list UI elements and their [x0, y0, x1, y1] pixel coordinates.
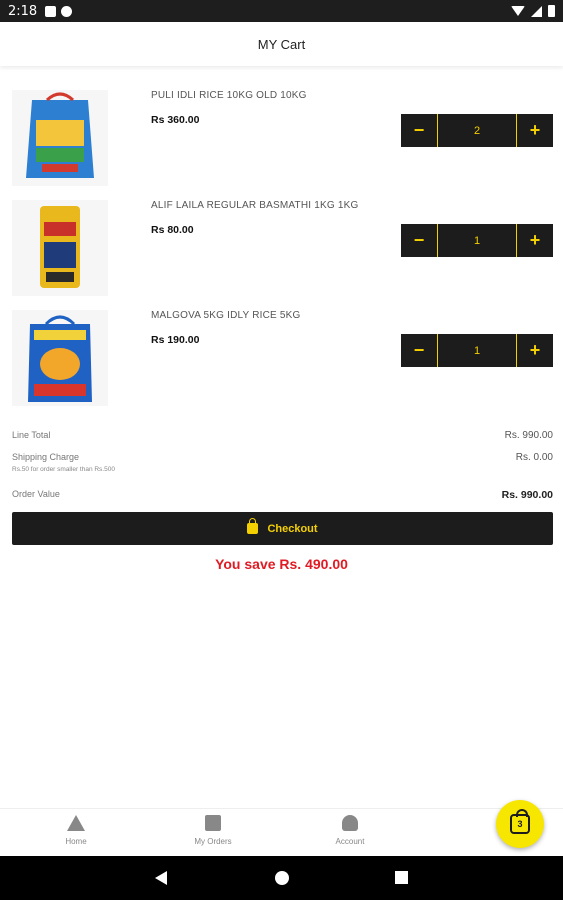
nav-home-label: Home — [65, 837, 87, 846]
shipping-value: Rs. 0.00 — [515, 452, 553, 463]
item-name: ALIF LAILA REGULAR BASMATHI 1KG 1KG — [151, 200, 359, 211]
nav-account[interactable]: Account — [310, 815, 390, 846]
page-title: MY Cart — [257, 36, 306, 52]
quantity-value[interactable]: 2 — [438, 114, 516, 147]
cart-item: ALIF LAILA REGULAR BASMATHI 1KG 1KG Rs 8… — [0, 200, 563, 310]
decrease-quantity-button[interactable]: − — [401, 114, 438, 147]
rice-bag-blue-icon — [12, 90, 108, 186]
order-value-amount: Rs. 990.00 — [501, 489, 553, 501]
wifi-icon — [511, 6, 525, 16]
rice-bag-yellow-icon — [12, 200, 108, 296]
status-bar: 2:18 — [0, 0, 563, 22]
shopping-bag-icon: 3 — [510, 809, 530, 834]
item-price: Rs 360.00 — [151, 114, 200, 126]
checkout-label: Checkout — [267, 522, 318, 535]
system-nav-bar — [0, 856, 563, 900]
line-total-label: Line Total — [12, 430, 51, 440]
signal-icon — [531, 5, 542, 17]
quantity-value[interactable]: 1 — [438, 334, 516, 367]
line-total-row: Line Total Rs. 990.00 — [12, 430, 553, 441]
checkout-button[interactable]: Checkout — [12, 512, 553, 545]
nav-orders-label: My Orders — [194, 837, 232, 846]
quantity-value[interactable]: 1 — [438, 224, 516, 257]
quantity-stepper: − 2 + — [401, 114, 553, 147]
lock-icon — [247, 518, 259, 534]
sync-icon — [61, 5, 73, 17]
status-icons — [511, 5, 555, 17]
order-value-row: Order Value Rs. 990.00 — [12, 489, 553, 501]
cart-screen: 2:18 MY Cart PULI IDLI RICE 10KG OLD 10K… — [0, 0, 563, 900]
sd-card-icon — [45, 5, 57, 17]
battery-icon — [548, 5, 555, 17]
rice-bag-mango-icon — [12, 310, 108, 406]
bottom-nav: Home My Orders Account — [0, 808, 563, 856]
system-home-icon[interactable] — [275, 871, 289, 885]
cart-item: PULI IDLI RICE 10KG OLD 10KG Rs 360.00 −… — [0, 90, 563, 200]
savings-text: You save Rs. 490.00 — [215, 556, 348, 572]
shipping-note: Rs.50 for order smaller than Rs.500 — [12, 466, 115, 473]
increase-quantity-button[interactable]: + — [516, 114, 553, 147]
item-name: PULI IDLI RICE 10KG OLD 10KG — [151, 90, 307, 101]
nav-my-orders[interactable]: My Orders — [173, 815, 253, 846]
cart-item: MALGOVA 5KG IDLY RICE 5KG Rs 190.00 − 1 … — [0, 310, 563, 420]
item-price: Rs 190.00 — [151, 334, 200, 346]
line-total-value: Rs. 990.00 — [504, 430, 553, 441]
quantity-stepper: − 1 + — [401, 224, 553, 257]
app-header: MY Cart — [0, 22, 563, 66]
item-name: MALGOVA 5KG IDLY RICE 5KG — [151, 310, 301, 321]
shipping-row: Shipping Charge Rs.50 for order smaller … — [12, 452, 553, 473]
account-icon — [342, 815, 358, 831]
order-value-label: Order Value — [12, 489, 60, 499]
home-icon — [67, 815, 85, 831]
nav-account-label: Account — [335, 837, 365, 846]
decrease-quantity-button[interactable]: − — [401, 334, 438, 367]
back-icon[interactable] — [155, 871, 167, 885]
orders-icon — [205, 815, 221, 831]
cart-fab-button[interactable]: 3 — [496, 800, 544, 848]
increase-quantity-button[interactable]: + — [516, 224, 553, 257]
item-price: Rs 80.00 — [151, 224, 194, 236]
cart-count-badge: 3 — [517, 819, 523, 829]
recents-icon[interactable] — [395, 871, 408, 884]
increase-quantity-button[interactable]: + — [516, 334, 553, 367]
quantity-stepper: − 1 + — [401, 334, 553, 367]
status-time: 2:18 — [8, 3, 38, 19]
shipping-label: Shipping Charge — [12, 452, 80, 462]
decrease-quantity-button[interactable]: − — [401, 224, 438, 257]
nav-home[interactable]: Home — [36, 815, 116, 846]
